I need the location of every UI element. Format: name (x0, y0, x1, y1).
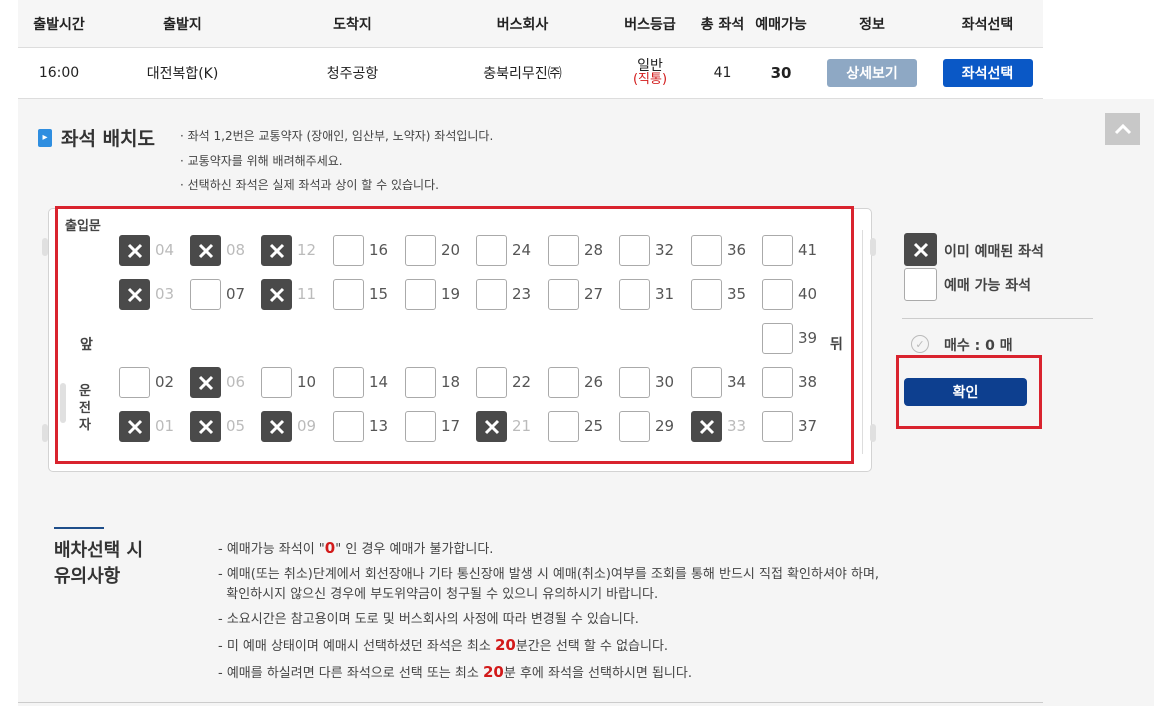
row-info: 상세보기 (812, 48, 932, 98)
seat-map-tab (870, 238, 876, 256)
header-available: 예매가능 (755, 16, 807, 33)
check-circle-icon: ✓ (911, 335, 929, 353)
row-time: 16:00 (38, 65, 80, 81)
caution-item: - 소요시간은 참고용이며 도로 및 버스회사의 사정에 따라 변경될 수 있습… (218, 612, 639, 627)
seat-note: · 교통약자를 위해 배려해주세요. (180, 153, 343, 168)
caution-list: - 예매가능 좌석이 "0" 인 경우 예매가 불가합니다. - 예매(또는 취… (218, 538, 879, 684)
seat-map-tab (870, 424, 876, 442)
collapse-button[interactable] (1105, 113, 1140, 145)
caution-item: 확인하시지 않으신 경우에 부도위약금이 청구될 수 있으니 유의하시기 바랍니… (218, 587, 659, 602)
header-info: 정보 (859, 16, 885, 33)
legend-available-seat (904, 268, 937, 301)
caution-item: - 예매(또는 취소)단계에서 회선장애나 기타 통신장애 발생 시 예매(취소… (218, 567, 880, 582)
caution-item: - 미 예매 상태이며 예매시 선택하셨던 좌석은 최소 20분간은 선택 할 … (218, 636, 669, 654)
legend-taken-seat (904, 233, 937, 266)
close-icon (913, 242, 929, 258)
detail-button[interactable]: 상세보기 (827, 59, 917, 87)
ticket-count: 매수 : 0 매 (944, 338, 1013, 354)
seat-map-highlight (55, 206, 854, 464)
header-total-seats: 총 좌석 (700, 16, 745, 33)
legend-divider (902, 318, 1093, 319)
grade-sub-label: (직통) (632, 72, 668, 87)
chevron-up-icon (1114, 123, 1131, 135)
seat-select-button[interactable]: 좌석선택 (942, 59, 1033, 87)
caution-accent-line (54, 527, 104, 529)
header-time: 출발시간 (33, 16, 85, 33)
row-from: 대전복합(K) (146, 66, 219, 82)
seat-note: · 좌석 1,2번은 교통약자 (장애인, 임산부, 노약자) 좌석입니다. (180, 129, 494, 143)
schedule-row: 16:00 대전복합(K) 청주공항 충북리무진㈜ 일반 (직통) 41 30 … (18, 48, 1043, 99)
header-company: 버스회사 (496, 16, 549, 33)
header-to: 도착지 (333, 16, 372, 33)
row-total-seats: 41 (713, 65, 732, 81)
seat-section-title-text: 좌석 배치도 (61, 128, 156, 150)
seat-map-divider (862, 230, 863, 454)
row-available: 30 (770, 64, 792, 82)
seat-note: · 선택하신 좌석은 실제 좌석과 상이 할 수 있습니다. (180, 178, 439, 192)
seat-notes: · 좌석 1,2번은 교통약자 (장애인, 임산부, 노약자) 좌석입니다. ·… (180, 124, 493, 198)
caution-item: - 예매를 하실려면 다른 좌석으로 선택 또는 최소 20분 후에 좌석을 선… (218, 663, 692, 681)
title-arrow-icon: ▸ (38, 128, 52, 147)
seat-map-tab (42, 424, 48, 442)
seat-section-title: ▸ 좌석 배치도 (38, 124, 155, 151)
legend-taken-label: 이미 예매된 좌석 (944, 244, 1044, 260)
page: 출발시간 출발지 도착지 버스회사 버스등급 총 좌석 예매가능 정보 좌석선택… (0, 0, 1154, 706)
row-grade: 일반 (직통) (605, 48, 695, 98)
caution-item: - 예매가능 좌석이 "0" 인 경우 예매가 불가합니다. (218, 539, 494, 557)
schedule-table-header: 출발시간 출발지 도착지 버스회사 버스등급 총 좌석 예매가능 정보 좌석선택 (18, 0, 1043, 48)
row-seat-select: 좌석선택 (932, 48, 1043, 98)
row-to: 청주공항 (326, 66, 379, 82)
seat-map-tab (42, 238, 48, 256)
caution-title: 배차선택 시 유의사항 (54, 540, 144, 587)
confirm-button[interactable]: 확인 (904, 378, 1027, 406)
bottom-border (18, 702, 1043, 703)
legend-available-label: 예매 가능 좌석 (944, 278, 1032, 294)
header-grade: 버스등급 (624, 16, 676, 33)
header-seat-select: 좌석선택 (961, 16, 1014, 33)
row-company: 충북리무진㈜ (483, 66, 562, 82)
header-from: 출발지 (163, 16, 202, 33)
